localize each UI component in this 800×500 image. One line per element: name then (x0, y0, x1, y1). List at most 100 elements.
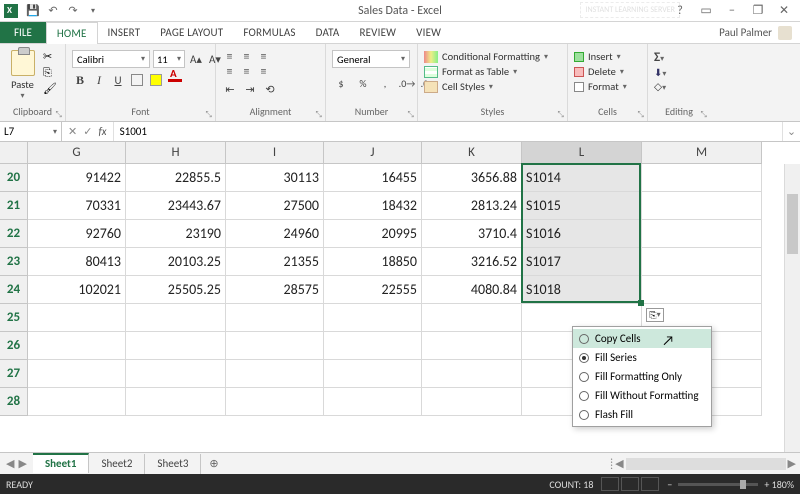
cell-J23[interactable]: 18850 (324, 248, 422, 276)
cell-M22[interactable] (642, 220, 762, 248)
delete-cells-button[interactable]: Delete▾ (574, 65, 627, 78)
scrollbar-thumb[interactable] (787, 194, 798, 254)
tab-view[interactable]: VIEW (406, 22, 451, 43)
percent-format-icon[interactable]: % (354, 75, 372, 91)
column-header-J[interactable]: J (324, 142, 422, 164)
normal-view-icon[interactable] (601, 477, 619, 491)
minimize-icon[interactable]: − (720, 2, 744, 20)
number-format-select[interactable]: General▾ (332, 50, 410, 68)
cell-I22[interactable]: 24960 (226, 220, 324, 248)
cell-L23[interactable]: S1017 (522, 248, 642, 276)
zoom-out-icon[interactable]: − (667, 478, 672, 491)
qat-customize-icon[interactable]: ▾ (86, 4, 100, 18)
clear-button[interactable]: ◇▾ (654, 80, 666, 93)
fill-button[interactable]: ⬇▾ (654, 66, 666, 79)
page-break-view-icon[interactable] (641, 477, 659, 491)
align-left-icon[interactable] (222, 65, 237, 78)
increase-indent-icon[interactable]: ⇥ (242, 81, 258, 97)
user-name[interactable]: Paul Palmer (719, 26, 772, 39)
column-header-K[interactable]: K (422, 142, 522, 164)
expand-formula-bar-icon[interactable]: ⌄ (782, 122, 800, 141)
cell-G25[interactable] (28, 304, 126, 332)
conditional-formatting-button[interactable]: Conditional Formatting▾ (424, 50, 548, 63)
sheet-prev-icon[interactable]: ◀ (6, 457, 14, 470)
formula-input[interactable]: S1001 (114, 122, 782, 141)
cell-G21[interactable]: 70331 (28, 192, 126, 220)
cell-J25[interactable] (324, 304, 422, 332)
cell-K27[interactable] (422, 360, 522, 388)
cell-G20[interactable]: 91422 (28, 164, 126, 192)
cell-G22[interactable]: 92760 (28, 220, 126, 248)
row-header-28[interactable]: 28 (0, 388, 28, 416)
increase-decimal-icon[interactable]: .0→ (398, 75, 416, 91)
row-header-25[interactable]: 25 (0, 304, 28, 332)
fill-color-button[interactable] (148, 72, 164, 88)
column-header-H[interactable]: H (126, 142, 226, 164)
cell-H24[interactable]: 25505.25 (126, 276, 226, 304)
page-layout-view-icon[interactable] (621, 477, 639, 491)
font-color-button[interactable] (167, 72, 183, 88)
cell-H25[interactable] (126, 304, 226, 332)
cell-L22[interactable]: S1016 (522, 220, 642, 248)
cell-M21[interactable] (642, 192, 762, 220)
tab-formulas[interactable]: FORMULAS (233, 22, 305, 43)
cell-H26[interactable] (126, 332, 226, 360)
tab-data[interactable]: DATA (306, 22, 350, 43)
paste-button[interactable]: Paste ▾ (6, 46, 39, 101)
cell-G26[interactable] (28, 332, 126, 360)
autofill-menu-item-3[interactable]: Fill Without Formatting (573, 386, 711, 405)
fill-handle[interactable] (638, 300, 644, 306)
cell-L20[interactable]: S1014 (522, 164, 642, 192)
maximize-icon[interactable]: ❐ (746, 2, 770, 20)
undo-icon[interactable]: ↶ (46, 4, 60, 18)
cell-I20[interactable]: 30113 (226, 164, 324, 192)
row-header-22[interactable]: 22 (0, 220, 28, 248)
autosum-button[interactable]: Σ▾ (654, 50, 666, 65)
copy-icon[interactable]: ⎘ (43, 66, 59, 80)
cut-icon[interactable]: ✂ (43, 50, 59, 64)
cell-M23[interactable] (642, 248, 762, 276)
cell-L21[interactable]: S1015 (522, 192, 642, 220)
save-icon[interactable]: 💾 (26, 4, 40, 18)
cell-I21[interactable]: 27500 (226, 192, 324, 220)
cell-styles-button[interactable]: Cell Styles▾ (424, 80, 548, 93)
align-right-icon[interactable] (256, 65, 271, 78)
tab-home[interactable]: HOME (46, 22, 98, 44)
font-name-select[interactable]: Calibri▾ (72, 50, 150, 68)
cell-G23[interactable]: 80413 (28, 248, 126, 276)
cell-H20[interactable]: 22855.5 (126, 164, 226, 192)
cell-H27[interactable] (126, 360, 226, 388)
column-header-L[interactable]: L (522, 142, 642, 164)
align-middle-icon[interactable] (239, 50, 254, 63)
decrease-indent-icon[interactable]: ⇤ (222, 81, 238, 97)
format-painter-icon[interactable]: 🖌 (43, 82, 59, 96)
name-box[interactable]: L7▾ (0, 122, 62, 141)
cell-J28[interactable] (324, 388, 422, 416)
autofill-menu-item-1[interactable]: Fill Series (573, 348, 711, 367)
tab-review[interactable]: REVIEW (349, 22, 406, 43)
cell-J21[interactable]: 18432 (324, 192, 422, 220)
tab-file[interactable]: FILE (0, 22, 46, 43)
cell-K28[interactable] (422, 388, 522, 416)
grow-font-icon[interactable]: A▴ (188, 51, 204, 67)
cell-K22[interactable]: 3710.4 (422, 220, 522, 248)
sheet-tab-sheet3[interactable]: Sheet3 (145, 454, 201, 474)
underline-button[interactable]: U (110, 72, 126, 88)
align-top-icon[interactable] (222, 50, 237, 63)
sheet-next-icon[interactable]: ▶ (18, 457, 26, 470)
user-avatar-icon[interactable] (778, 26, 792, 40)
ribbon-display-icon[interactable]: ▭ (694, 2, 718, 20)
cell-K26[interactable] (422, 332, 522, 360)
cancel-formula-icon[interactable]: ✕ (68, 125, 77, 138)
cell-J26[interactable] (324, 332, 422, 360)
column-header-M[interactable]: M (642, 142, 762, 164)
cell-J20[interactable]: 16455 (324, 164, 422, 192)
cell-M24[interactable] (642, 276, 762, 304)
cell-H23[interactable]: 20103.25 (126, 248, 226, 276)
cell-I25[interactable] (226, 304, 324, 332)
enter-formula-icon[interactable]: ✓ (83, 125, 92, 138)
zoom-in-icon[interactable]: + (764, 478, 769, 491)
redo-icon[interactable]: ↷ (66, 4, 80, 18)
cell-J24[interactable]: 22555 (324, 276, 422, 304)
cell-K20[interactable]: 3656.88 (422, 164, 522, 192)
